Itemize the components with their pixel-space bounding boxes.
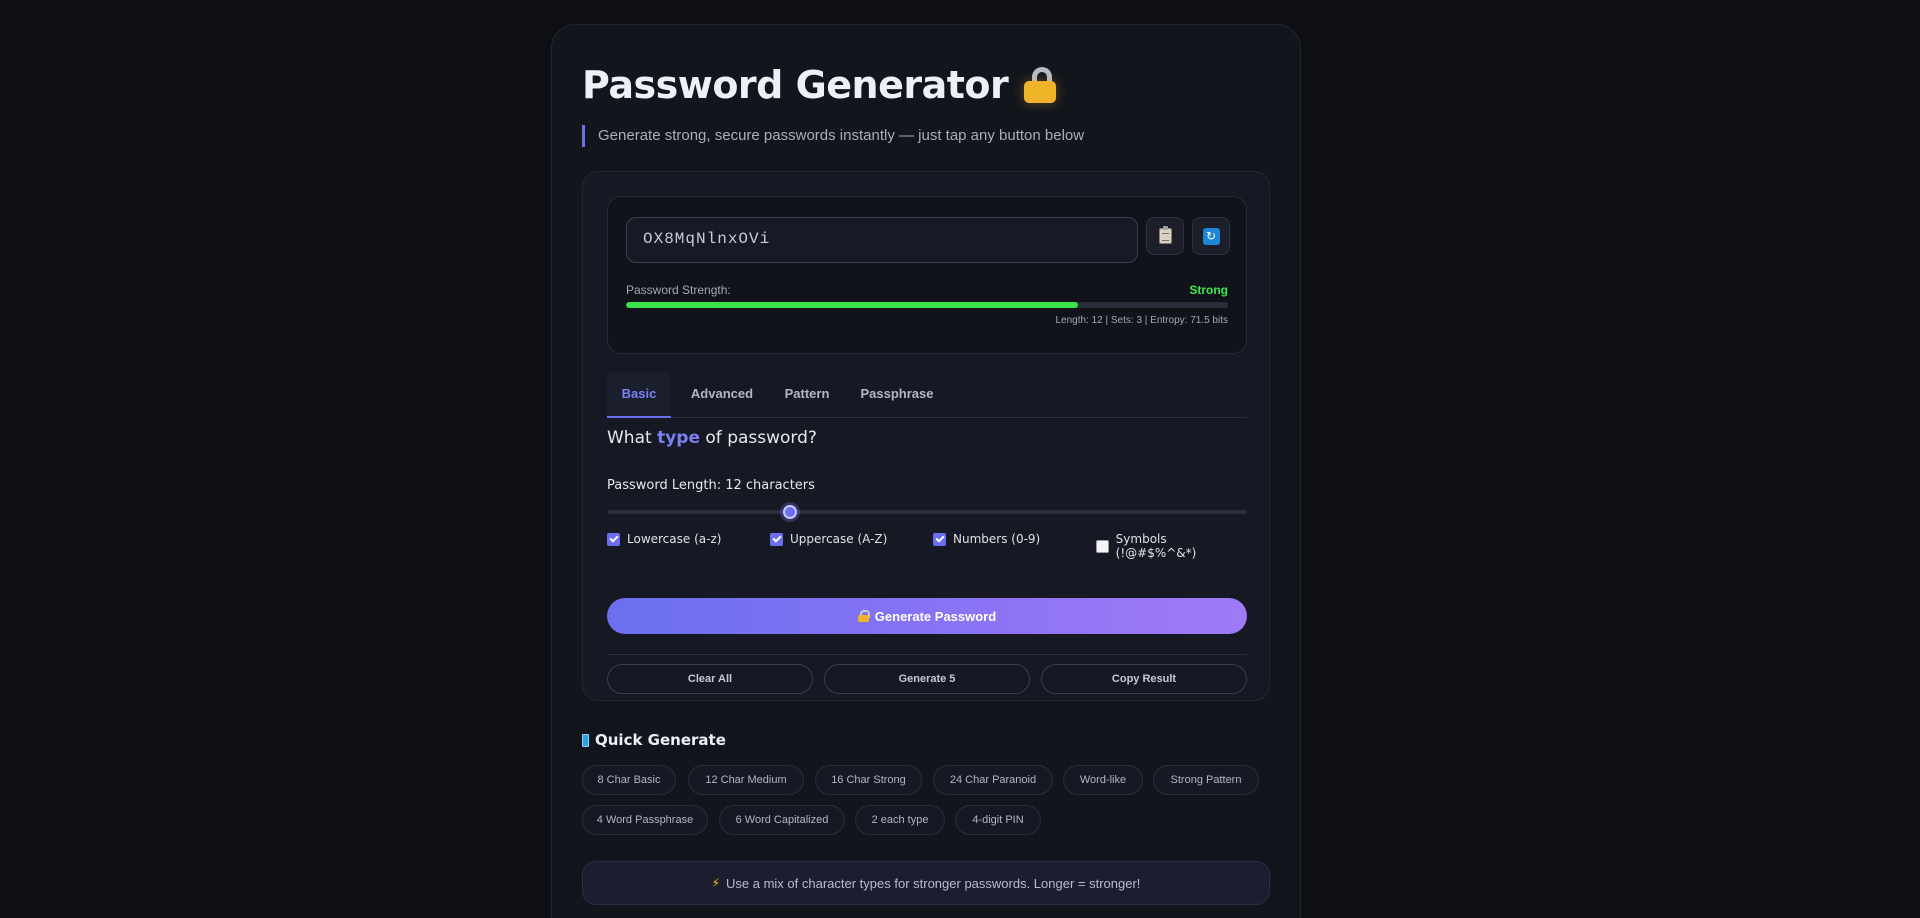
clipboard-icon bbox=[1158, 226, 1172, 244]
chip-16-char-strong[interactable]: 16 Char Strong bbox=[815, 765, 922, 795]
generator-card: Password Generator Generate strong, secu… bbox=[551, 24, 1301, 918]
quick-generate-title-text: Quick Generate bbox=[595, 731, 726, 749]
generate-password-button[interactable]: Generate Password bbox=[607, 598, 1247, 634]
chip-4-digit-pin[interactable]: 4-digit PIN bbox=[955, 805, 1041, 835]
option-uppercase[interactable]: Uppercase (A-Z) bbox=[770, 532, 887, 546]
length-slider[interactable] bbox=[607, 505, 1247, 519]
question-post: of password? bbox=[700, 428, 817, 448]
phone-icon bbox=[582, 733, 589, 747]
question-pre: What bbox=[607, 428, 658, 448]
symbols-checkbox[interactable] bbox=[1096, 539, 1109, 553]
question-accent: type bbox=[657, 428, 700, 448]
numbers-checkbox[interactable] bbox=[933, 532, 946, 546]
tab-pattern[interactable]: Pattern bbox=[771, 372, 843, 418]
option-lowercase[interactable]: Lowercase (a-z) bbox=[607, 532, 721, 546]
regenerate-button[interactable]: ↻ bbox=[1192, 217, 1230, 255]
option-symbols[interactable]: Symbols (!@#$%^&*) bbox=[1096, 532, 1247, 560]
tip-text: Use a mix of character types for stronge… bbox=[726, 875, 1141, 891]
page-title: Password Generator bbox=[582, 63, 1057, 107]
option-numbers[interactable]: Numbers (0-9) bbox=[933, 532, 1040, 546]
generator-panel: OX8MqNlnxOVi ↻ Password Strength: Strong… bbox=[582, 171, 1270, 701]
quick-generate-title: Quick Generate bbox=[582, 731, 726, 749]
uppercase-checkbox[interactable] bbox=[770, 532, 783, 546]
length-slider-thumb[interactable] bbox=[782, 505, 797, 519]
lock-icon bbox=[1024, 67, 1057, 103]
copy-button[interactable] bbox=[1146, 217, 1184, 255]
uppercase-label: Uppercase (A-Z) bbox=[790, 532, 888, 546]
strength-value: Strong bbox=[1189, 283, 1228, 297]
copy-result-button[interactable]: Copy Result bbox=[1041, 664, 1247, 694]
numbers-label: Numbers (0-9) bbox=[953, 532, 1041, 546]
chip-24-char-paranoid[interactable]: 24 Char Paranoid bbox=[933, 765, 1053, 795]
clear-all-button[interactable]: Clear All bbox=[607, 664, 813, 694]
chip-2-each-type[interactable]: 2 each type bbox=[855, 805, 945, 835]
strength-label: Password Strength: bbox=[626, 283, 731, 297]
lowercase-label: Lowercase (a-z) bbox=[627, 532, 722, 546]
character-options: Lowercase (a-z) Uppercase (A-Z) Numbers … bbox=[607, 532, 1247, 560]
tip-banner: ⚡ Use a mix of character types for stron… bbox=[582, 861, 1270, 905]
lock-icon bbox=[857, 610, 870, 622]
section-question: What type of password? bbox=[607, 428, 817, 448]
generate-password-label: Generate Password bbox=[874, 608, 997, 624]
chip-12-char-medium[interactable]: 12 Char Medium bbox=[688, 765, 804, 795]
strength-info: Length: 12 | Sets: 3 | Entropy: 71.5 bit… bbox=[1055, 315, 1228, 326]
chip-strong-pattern[interactable]: Strong Pattern bbox=[1153, 765, 1259, 795]
page-subtitle: Generate strong, secure passwords instan… bbox=[582, 125, 1084, 147]
chip-8-char-basic[interactable]: 8 Char Basic bbox=[582, 765, 676, 795]
refresh-icon: ↻ bbox=[1202, 227, 1220, 245]
lowercase-checkbox[interactable] bbox=[607, 532, 620, 546]
password-field[interactable]: OX8MqNlnxOVi bbox=[626, 217, 1138, 263]
lightning-icon: ⚡ bbox=[711, 876, 721, 890]
chip-word-like[interactable]: Word-like bbox=[1063, 765, 1143, 795]
strength-meter-fill bbox=[626, 302, 1078, 308]
symbols-label: Symbols (!@#$%^&*) bbox=[1115, 532, 1197, 560]
tab-basic[interactable]: Basic bbox=[607, 372, 671, 418]
tab-passphrase[interactable]: Passphrase bbox=[849, 372, 945, 418]
strength-meter bbox=[626, 302, 1228, 308]
chip-6-word-capitalized[interactable]: 6 Word Capitalized bbox=[719, 805, 845, 835]
password-output: OX8MqNlnxOVi ↻ Password Strength: Strong… bbox=[607, 196, 1247, 354]
page-title-text: Password Generator bbox=[582, 63, 1009, 107]
tab-advanced[interactable]: Advanced bbox=[679, 372, 765, 418]
generate-5-button[interactable]: Generate 5 bbox=[824, 664, 1030, 694]
tab-bar: Basic Advanced Pattern Passphrase bbox=[607, 372, 1247, 418]
divider bbox=[607, 654, 1247, 655]
length-label: Password Length: 12 characters bbox=[607, 478, 815, 493]
chip-4-word-passphrase[interactable]: 4 Word Passphrase bbox=[582, 805, 708, 835]
